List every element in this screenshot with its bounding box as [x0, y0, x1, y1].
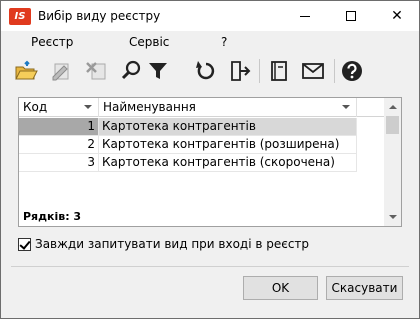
always-ask-checkbox[interactable]	[18, 238, 31, 251]
refresh-button[interactable]	[192, 58, 218, 84]
maximize-button[interactable]	[328, 1, 374, 31]
column-header-name-label: Найменування	[103, 100, 196, 114]
table-row[interactable]: 3 Картотека контрагентів (скорочена)	[19, 154, 357, 172]
export-icon	[231, 61, 251, 81]
scroll-up-arrow-icon[interactable]	[384, 98, 401, 115]
mail-button[interactable]	[300, 58, 326, 84]
edit-icon	[52, 63, 69, 81]
rows-count: Рядків: 3	[23, 210, 82, 223]
delete-icon	[86, 62, 106, 80]
open-folder-button[interactable]	[13, 58, 39, 84]
notebook-button[interactable]	[266, 58, 292, 84]
cancel-button[interactable]: Скасувати	[326, 276, 403, 300]
minimize-icon	[300, 16, 310, 17]
row-code: 1	[19, 118, 99, 136]
column-header-code[interactable]: Код	[19, 98, 99, 117]
menu-service[interactable]: Сервіс	[129, 35, 169, 49]
toolbar	[1, 53, 419, 89]
export-button[interactable]	[226, 58, 252, 84]
row-name: Картотека контрагентів (скорочена)	[99, 154, 357, 172]
always-ask-label[interactable]: Завжди запитувати вид при вході в реєстр	[35, 237, 309, 251]
menu-help[interactable]: ?	[221, 35, 227, 49]
row-code: 3	[19, 154, 99, 172]
table-row[interactable]: 1 Картотека контрагентів	[19, 118, 357, 136]
table-row[interactable]: 2 Картотека контрагентів (розширена)	[19, 136, 357, 154]
toolbar-separator	[259, 59, 260, 83]
grid-header: Код Найменування	[19, 98, 384, 117]
sort-arrow-icon	[342, 105, 350, 109]
column-header-code-label: Код	[23, 100, 48, 114]
refresh-icon	[196, 61, 215, 80]
menu-registry[interactable]: Реєстр	[31, 35, 73, 49]
menu-bar: Реєстр Сервіс ?	[1, 31, 419, 53]
help-button[interactable]	[339, 58, 365, 84]
column-header-name[interactable]: Найменування	[99, 98, 357, 117]
delete-button[interactable]	[83, 58, 109, 84]
search-button[interactable]	[118, 58, 144, 84]
ok-button[interactable]: OK	[243, 276, 318, 300]
notebook-icon	[271, 61, 287, 81]
app-logo-icon: IS	[9, 8, 31, 25]
scroll-thumb[interactable]	[386, 116, 399, 134]
row-name: Картотека контрагентів (розширена)	[99, 136, 357, 154]
help-icon	[342, 61, 362, 81]
window-title: Вибір виду реєстру	[38, 9, 161, 23]
toolbar-separator	[334, 59, 335, 83]
filter-icon	[149, 63, 167, 79]
close-icon: ✕	[391, 8, 403, 24]
open-folder-icon	[15, 60, 38, 80]
dialog-window: IS Вибір виду реєстру ✕ Реєстр Сервіс ?	[0, 0, 420, 319]
registry-grid[interactable]: Код Найменування 1 Картотека контрагенті…	[18, 97, 402, 227]
mail-icon	[302, 63, 324, 79]
scroll-down-arrow-icon[interactable]	[384, 209, 401, 226]
divider	[11, 266, 409, 267]
title-bar[interactable]: IS Вибір виду реєстру ✕	[1, 1, 419, 31]
row-name: Картотека контрагентів	[99, 118, 357, 136]
sort-arrow-icon	[84, 105, 92, 109]
edit-button[interactable]	[48, 58, 74, 84]
close-button[interactable]: ✕	[374, 1, 420, 31]
maximize-icon	[346, 11, 356, 21]
minimize-button[interactable]	[282, 1, 328, 31]
search-icon	[121, 60, 141, 80]
vertical-scrollbar[interactable]	[384, 98, 401, 226]
row-code: 2	[19, 136, 99, 154]
filter-button[interactable]	[145, 58, 171, 84]
